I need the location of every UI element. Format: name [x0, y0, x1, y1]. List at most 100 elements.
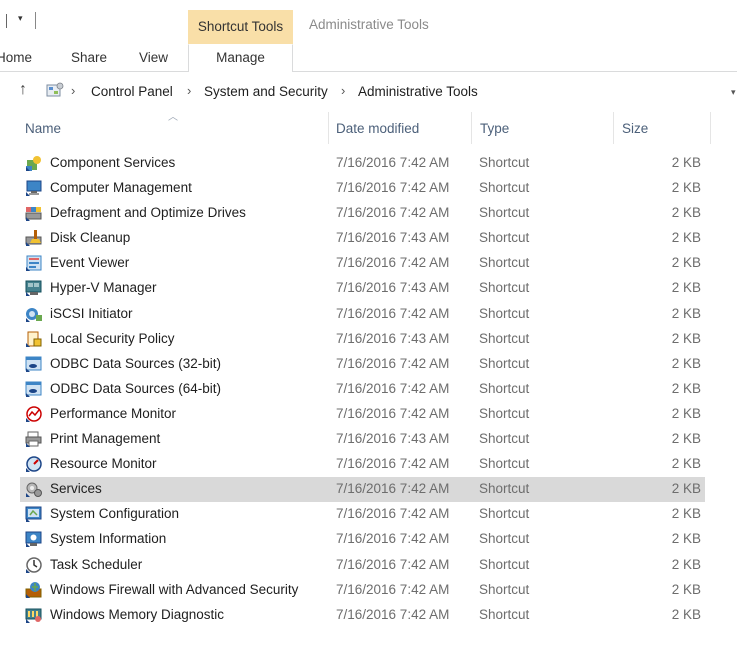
memory-diagnostic-icon	[25, 608, 42, 623]
file-date-modified: 7/16/2016 7:43 AM	[336, 280, 450, 296]
file-date-modified: 7/16/2016 7:43 AM	[336, 330, 450, 346]
file-name: Local Security Policy	[50, 330, 175, 346]
column-divider[interactable]	[328, 112, 329, 144]
breadcrumb-control-panel[interactable]: Control Panel	[91, 84, 173, 99]
breadcrumb-chevron-icon[interactable]: ›	[187, 83, 191, 98]
file-row[interactable]: Defragment and Optimize Drives 7/16/2016 …	[20, 201, 705, 226]
file-type: Shortcut	[479, 405, 530, 421]
title-bar: ▾ Shortcut Tools Administrative Tools	[0, 0, 737, 46]
resource-monitor-icon	[26, 456, 42, 473]
file-date-modified: 7/16/2016 7:42 AM	[336, 456, 450, 472]
column-divider[interactable]	[471, 112, 472, 144]
file-type: Shortcut	[479, 305, 530, 321]
file-row[interactable]: Windows Firewall with Advanced Security 7…	[20, 578, 705, 603]
ribbon-tab-strip	[0, 44, 737, 72]
file-row[interactable]: Local Security Policy 7/16/2016 7:43 AM Sh…	[20, 327, 705, 352]
file-type: Shortcut	[479, 205, 530, 221]
file-date-modified: 7/16/2016 7:42 AM	[336, 556, 450, 572]
file-size: 2 KB	[671, 355, 701, 371]
file-name: Component Services	[50, 155, 176, 170]
file-row[interactable]: Disk Cleanup 7/16/2016 7:43 AM Shortcut 2 K…	[20, 226, 705, 251]
file-size: 2 KB	[671, 305, 701, 321]
file-row[interactable]: ODBC Data Sources (64-bit) 7/16/2016 7:42…	[20, 377, 705, 402]
component-services-icon	[26, 156, 41, 171]
column-header-date-modified[interactable]: Date modified	[336, 110, 466, 146]
odbc-icon	[25, 381, 42, 397]
file-type: Shortcut	[479, 330, 530, 346]
file-type: Shortcut	[479, 380, 530, 396]
file-type: Shortcut	[479, 531, 530, 547]
up-arrow-icon[interactable]: ↑	[19, 81, 27, 99]
file-size: 2 KB	[671, 255, 701, 271]
file-row[interactable]: Hyper-V Manager 7/16/2016 7:43 AM Shortcut…	[20, 276, 705, 301]
file-type: Shortcut	[479, 431, 530, 447]
address-dropdown-icon[interactable]: ▾	[731, 87, 736, 98]
odbc-icon	[25, 356, 42, 372]
file-row[interactable]: Print Management 7/16/2016 7:43 AM Shortcu…	[20, 427, 705, 452]
quick-access-toolbar[interactable]: ▾	[0, 12, 36, 29]
column-divider[interactable]	[710, 112, 711, 144]
file-size: 2 KB	[671, 405, 701, 421]
computer-management-icon	[26, 180, 42, 197]
qat-dropdown-icon[interactable]: ▾	[18, 13, 23, 24]
address-box[interactable]: › Control Panel › System and Security › …	[43, 78, 737, 104]
tab-manage[interactable]: Manage	[188, 50, 293, 65]
column-divider[interactable]	[613, 112, 614, 144]
breadcrumb-system-and-security[interactable]: System and Security	[204, 84, 328, 99]
file-row[interactable]: Task Scheduler 7/16/2016 7:42 AM Shortcut 2…	[20, 553, 705, 578]
column-header-type[interactable]: Type	[480, 110, 600, 146]
file-date-modified: 7/16/2016 7:43 AM	[336, 230, 450, 246]
context-tab-shortcut-tools: Shortcut Tools	[197, 19, 284, 34]
file-row[interactable]: Resource Monitor 7/16/2016 7:42 AM Shortcu…	[20, 452, 705, 477]
file-name: System Configuration	[50, 506, 180, 522]
file-date-modified: 7/16/2016 7:42 AM	[336, 481, 450, 497]
file-row[interactable]: ODBC Data Sources (32-bit) 7/16/2016 7:42…	[20, 352, 705, 377]
file-row[interactable]: Component Services 7/16/2016 7:42 AM Short…	[20, 151, 705, 176]
file-type: Shortcut	[479, 506, 530, 522]
print-management-icon	[25, 431, 42, 448]
file-row[interactable]: Computer Management 7/16/2016 7:42 AM Shor…	[20, 176, 705, 201]
file-type: Shortcut	[479, 456, 530, 472]
file-date-modified: 7/16/2016 7:43 AM	[336, 431, 450, 447]
address-bar: ↑ › Control Panel › System and Security …	[0, 76, 737, 106]
file-date-modified: 7/16/2016 7:42 AM	[336, 506, 450, 522]
breadcrumb-administrative-tools[interactable]: Administrative Tools	[358, 84, 478, 99]
file-row[interactable]: iSCSI Initiator 7/16/2016 7:42 AM Shortcut…	[20, 302, 705, 327]
file-row[interactable]: Windows Memory Diagnostic 7/16/2016 7:42 …	[20, 603, 705, 628]
file-name: iSCSI Initiator	[50, 305, 133, 321]
file-date-modified: 7/16/2016 7:42 AM	[336, 155, 450, 170]
tab-share[interactable]: Share	[71, 50, 107, 65]
file-row[interactable]: System Configuration 7/16/2016 7:42 AM Sho…	[20, 502, 705, 527]
file-date-modified: 7/16/2016 7:42 AM	[336, 606, 450, 622]
file-type: Shortcut	[479, 230, 530, 246]
file-name: System Information	[50, 531, 167, 547]
file-row[interactable]: System Information 7/16/2016 7:42 AM Short…	[20, 527, 705, 552]
file-size: 2 KB	[671, 431, 701, 447]
file-type: Shortcut	[479, 606, 530, 622]
column-header-size[interactable]: Size	[622, 110, 702, 146]
system-configuration-icon	[25, 506, 42, 523]
breadcrumb-chevron-icon[interactable]: ›	[71, 83, 75, 98]
file-row[interactable]: Performance Monitor 7/16/2016 7:42 AM Shor…	[20, 402, 705, 427]
file-name: Defragment and Optimize Drives	[50, 205, 246, 221]
file-name: Performance Monitor	[50, 405, 177, 421]
tab-view[interactable]: View	[139, 50, 168, 65]
system-information-icon	[25, 531, 42, 548]
column-header-name[interactable]: Name	[25, 110, 325, 146]
services-icon	[26, 482, 42, 498]
file-name: Resource Monitor	[50, 456, 157, 472]
file-name: Windows Memory Diagnostic	[50, 606, 225, 622]
file-type: Shortcut	[479, 355, 530, 371]
tab-home[interactable]: Home	[0, 50, 32, 65]
file-date-modified: 7/16/2016 7:42 AM	[336, 355, 450, 371]
file-type: Shortcut	[479, 556, 530, 572]
file-date-modified: 7/16/2016 7:42 AM	[336, 305, 450, 321]
file-row[interactable]: Services 7/16/2016 7:42 AM Shortcut 2 KB	[20, 477, 705, 503]
file-name: Services	[50, 481, 102, 497]
qat-separator	[35, 12, 36, 29]
disk-cleanup-icon	[25, 230, 42, 247]
file-date-modified: 7/16/2016 7:42 AM	[336, 405, 450, 421]
performance-monitor-icon	[26, 406, 42, 422]
file-row[interactable]: Event Viewer 7/16/2016 7:42 AM Shortcut 2 K…	[20, 251, 705, 276]
breadcrumb-chevron-icon[interactable]: ›	[341, 83, 345, 98]
